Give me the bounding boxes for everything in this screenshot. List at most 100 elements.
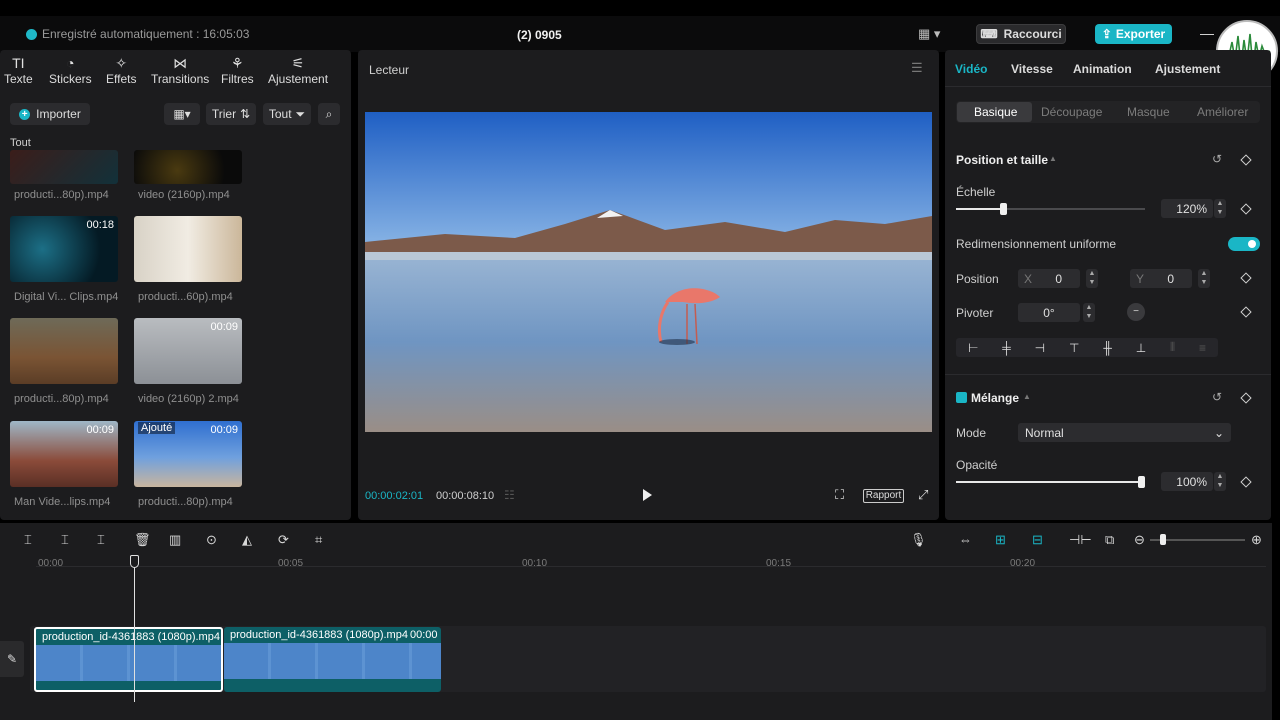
layout-menu-button[interactable]: ▦ ▾ [918, 26, 940, 42]
align-bottom-icon[interactable]: ⊥ [1136, 341, 1146, 355]
view-mode-button[interactable]: ▦▾ [164, 103, 200, 125]
reset-icon[interactable]: ↺ [1212, 152, 1222, 166]
x-value: 0 [1055, 271, 1062, 286]
tab-animation[interactable]: Animation [1073, 62, 1132, 76]
position-size-title[interactable]: Position et taille [956, 153, 1048, 167]
media-thumb[interactable] [10, 318, 118, 384]
zoom-out-icon[interactable]: ⊖ [1134, 532, 1145, 548]
zoom-in-icon[interactable]: ⊕ [1251, 532, 1262, 548]
tab-effects-label: Effets [106, 72, 137, 86]
minimize-button[interactable]: — [1200, 25, 1214, 41]
import-button[interactable]: + Importer [10, 103, 90, 125]
media-thumb[interactable] [10, 150, 118, 184]
split-left-icon[interactable]: ⌶ [61, 532, 69, 548]
subtab-enhance[interactable]: Améliorer [1197, 105, 1248, 119]
align-center-v-icon[interactable]: ╫ [1103, 341, 1112, 355]
media-thumb[interactable]: Ajouté 00:09 [134, 421, 242, 487]
collapse-icon[interactable]: ▲ [1049, 154, 1057, 163]
tab-effects[interactable]: ✧ Effets [106, 54, 136, 86]
media-thumb[interactable] [134, 216, 242, 282]
magnet-snap-icon[interactable]: ⊞ [995, 532, 1006, 548]
align-center-h-icon[interactable]: ╪ [1002, 341, 1011, 355]
opacity-slider-handle[interactable] [1138, 476, 1145, 488]
blend-mode-select[interactable]: Normal ⌄ [1018, 423, 1231, 442]
microphone-icon[interactable]: 🎙 [910, 532, 927, 548]
timeline-clip[interactable]: production_id-4361883 (1080p).mp4 [34, 627, 223, 692]
reset-icon[interactable]: ↺ [1212, 390, 1222, 404]
media-thumb[interactable]: 00:09 [134, 318, 242, 384]
select-tool-icon[interactable]: ⌶ [24, 532, 32, 548]
tab-text[interactable]: TI Texte [4, 54, 33, 86]
align-top-icon[interactable]: ⊤ [1069, 341, 1079, 355]
freeze-frame-icon[interactable]: ▥ [169, 532, 181, 548]
text-icon: TI [12, 55, 25, 71]
linkage-icon[interactable]: ⊟ [1032, 532, 1043, 548]
pencil-icon[interactable]: ✎ [0, 641, 24, 677]
play-icon[interactable] [643, 489, 652, 501]
scale-stepper[interactable]: ▲ ▼ [1214, 199, 1226, 218]
playhead[interactable] [134, 556, 135, 702]
subtab-mask[interactable]: Masque [1127, 105, 1170, 119]
report-button[interactable]: Rapport [863, 489, 904, 503]
playhead-handle[interactable] [130, 555, 139, 568]
reverse-play-icon[interactable]: ⊙ [206, 532, 217, 548]
subtab-basic[interactable]: Basique [974, 105, 1017, 119]
menu-icon[interactable]: ☰ [911, 60, 923, 76]
timecode-format-icon[interactable]: ☷ [504, 488, 515, 502]
y-value: 0 [1167, 271, 1174, 286]
media-thumb[interactable]: 00:09 [10, 421, 118, 487]
position-x-field[interactable]: X 0 [1018, 269, 1080, 288]
media-thumb[interactable]: 00:18 [10, 216, 118, 282]
sort-button[interactable]: Trier ⇅ [206, 103, 256, 125]
scale-slider-handle[interactable] [1000, 203, 1008, 215]
distribute-v-icon[interactable]: ≡ [1199, 341, 1206, 355]
mirror-icon[interactable]: ◭ [242, 532, 252, 548]
position-y-field[interactable]: Y 0 [1130, 269, 1192, 288]
rotate-icon[interactable]: ⟳ [278, 532, 289, 548]
link-icon[interactable]: ⇔ [959, 532, 972, 547]
tab-video[interactable]: Vidéo [955, 62, 987, 76]
tab-transitions[interactable]: ⋈ Transitions [151, 54, 209, 86]
collapse-icon[interactable]: ▲ [1023, 392, 1031, 401]
video-preview[interactable] [365, 112, 932, 432]
preview-axis-icon[interactable]: ⧉ [1105, 532, 1114, 548]
delete-icon[interactable]: 🗑 [134, 532, 151, 548]
y-stepper[interactable]: ▲ ▼ [1198, 269, 1210, 288]
export-button[interactable]: ⇪ Exporter [1095, 24, 1172, 44]
zoom-slider-handle[interactable] [1160, 534, 1166, 545]
opacity-input[interactable]: 100% [1161, 472, 1213, 491]
crop-icon[interactable]: ⌗ [315, 532, 322, 548]
tab-adjust[interactable]: ⚟ Ajustement [268, 54, 328, 86]
split-right-icon[interactable]: ⌶ [97, 532, 105, 548]
distribute-h-icon[interactable]: ⫴ [1170, 340, 1175, 355]
blend-checkbox[interactable] [956, 392, 967, 406]
filter-button[interactable]: Tout ⏷ [263, 103, 311, 125]
opacity-stepper[interactable]: ▲ ▼ [1214, 472, 1226, 491]
x-stepper[interactable]: ▲ ▼ [1086, 269, 1098, 288]
split-preview-icon[interactable]: ⊣⊢ [1069, 532, 1092, 548]
tab-stickers[interactable]: ◔ Stickers [49, 54, 92, 86]
scale-input[interactable]: 120% [1161, 199, 1213, 218]
snapshot-icon[interactable]: ⛶ [835, 487, 844, 503]
rotate-input[interactable]: 0° [1018, 303, 1080, 322]
transitions-icon: ⋈ [173, 55, 188, 71]
rotate-dial-icon[interactable]: − [1127, 303, 1145, 321]
media-thumb[interactable] [134, 150, 242, 184]
align-left-icon[interactable]: ⊢ [968, 341, 978, 355]
grid-view-icon: ▦▾ [173, 107, 191, 121]
media-duration: 00:09 [210, 321, 238, 333]
tab-filters[interactable]: ⚘ Filtres [221, 54, 254, 86]
subtab-cutout[interactable]: Découpage [1041, 105, 1102, 119]
project-title: (2) 0905 [517, 28, 562, 42]
search-button[interactable]: ⌕ [318, 103, 340, 125]
timeline-ruler[interactable] [36, 566, 1266, 567]
tab-speed[interactable]: Vitesse [1011, 62, 1053, 76]
x-label: X [1024, 271, 1033, 286]
timeline-clip[interactable]: production_id-4361883 (1080p).mp4 00:00 [224, 627, 441, 692]
tab-adjustment[interactable]: Ajustement [1155, 62, 1220, 76]
rotate-stepper[interactable]: ▲ ▼ [1083, 303, 1095, 322]
align-right-icon[interactable]: ⊣ [1035, 341, 1045, 355]
shortcut-button[interactable]: ⌨ Raccourci [976, 24, 1066, 44]
blend-title[interactable]: Mélange [971, 391, 1019, 405]
fullscreen-icon[interactable]: ⤢ [918, 487, 928, 503]
